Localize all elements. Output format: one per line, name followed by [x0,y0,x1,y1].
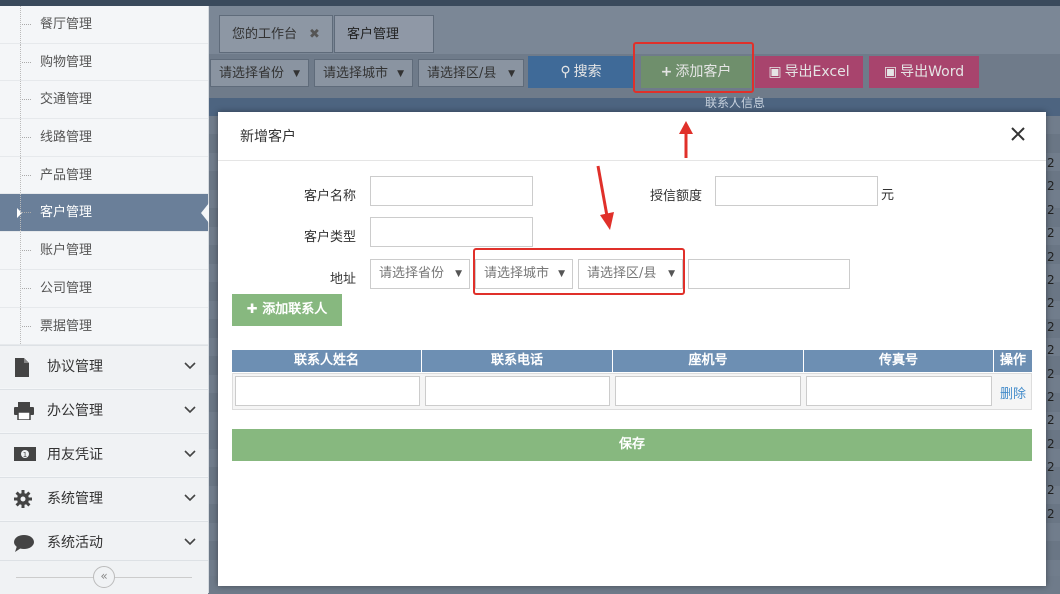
arrow-down-icon [596,165,614,230]
annotation-arrows [596,121,693,230]
arrow-up-icon [679,121,693,158]
